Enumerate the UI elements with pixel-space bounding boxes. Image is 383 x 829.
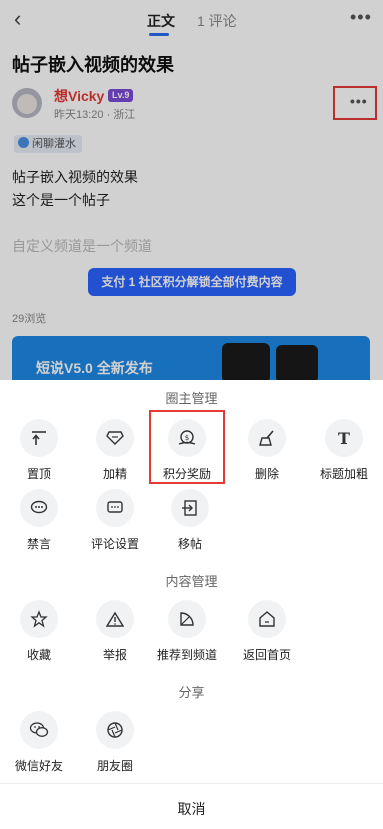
move-post-label: 移帖 [177, 537, 202, 551]
moments-button[interactable]: 朋友圈 [83, 711, 147, 774]
cancel-button[interactable]: 取消 [0, 799, 383, 819]
favorite-button[interactable]: 收藏 [7, 600, 71, 663]
comment-settings-label: 评论设置 [90, 537, 139, 551]
recommend-channel-button[interactable]: 推荐到频道 [155, 600, 219, 663]
wechat-icon [20, 711, 58, 749]
favorite-label: 收藏 [26, 648, 51, 662]
report-label: 举报 [102, 648, 127, 662]
delete-button[interactable]: 删除 [235, 419, 299, 482]
home-icon [248, 600, 286, 638]
bold-title-button[interactable]: T 标题加粗 [312, 419, 376, 482]
feature-label: 加精 [102, 467, 127, 481]
mute-button[interactable]: 禁言 [7, 489, 71, 552]
divider [0, 783, 383, 784]
broom-icon [248, 419, 286, 457]
wechat-friend-label: 微信好友 [14, 759, 63, 773]
moments-aperture-icon [96, 711, 134, 749]
back-home-button[interactable]: 返回首页 [235, 600, 299, 663]
comment-settings-button[interactable]: 评论设置 [83, 489, 147, 552]
pin-top-icon [20, 419, 58, 457]
bold-title-label: 标题加粗 [319, 467, 368, 481]
pin-button[interactable]: 置顶 [7, 419, 71, 482]
mute-label: 禁言 [26, 537, 51, 551]
move-icon [171, 489, 209, 527]
back-home-label: 返回首页 [242, 648, 291, 662]
highlight-box-reward [149, 410, 225, 484]
bold-text-icon: T [325, 419, 363, 457]
comment-settings-icon [96, 489, 134, 527]
pin-label: 置顶 [26, 467, 51, 481]
star-icon [20, 600, 58, 638]
channel-icon [168, 600, 206, 638]
feature-button[interactable]: 加精 [83, 419, 147, 482]
warning-icon [96, 600, 134, 638]
dim-overlay[interactable] [0, 0, 383, 380]
moments-label: 朋友圈 [96, 759, 133, 773]
delete-label: 删除 [254, 467, 279, 481]
wechat-friend-button[interactable]: 微信好友 [7, 711, 71, 774]
recommend-channel-label: 推荐到频道 [156, 648, 217, 662]
section-title-share: 分享 [178, 685, 205, 700]
move-post-button[interactable]: 移帖 [158, 489, 222, 552]
diamond-icon [96, 419, 134, 457]
section-title-content-admin: 内容管理 [165, 574, 218, 589]
report-button[interactable]: 举报 [83, 600, 147, 663]
chat-bubble-icon [20, 489, 58, 527]
section-title-circle-admin: 圈主管理 [165, 391, 218, 406]
